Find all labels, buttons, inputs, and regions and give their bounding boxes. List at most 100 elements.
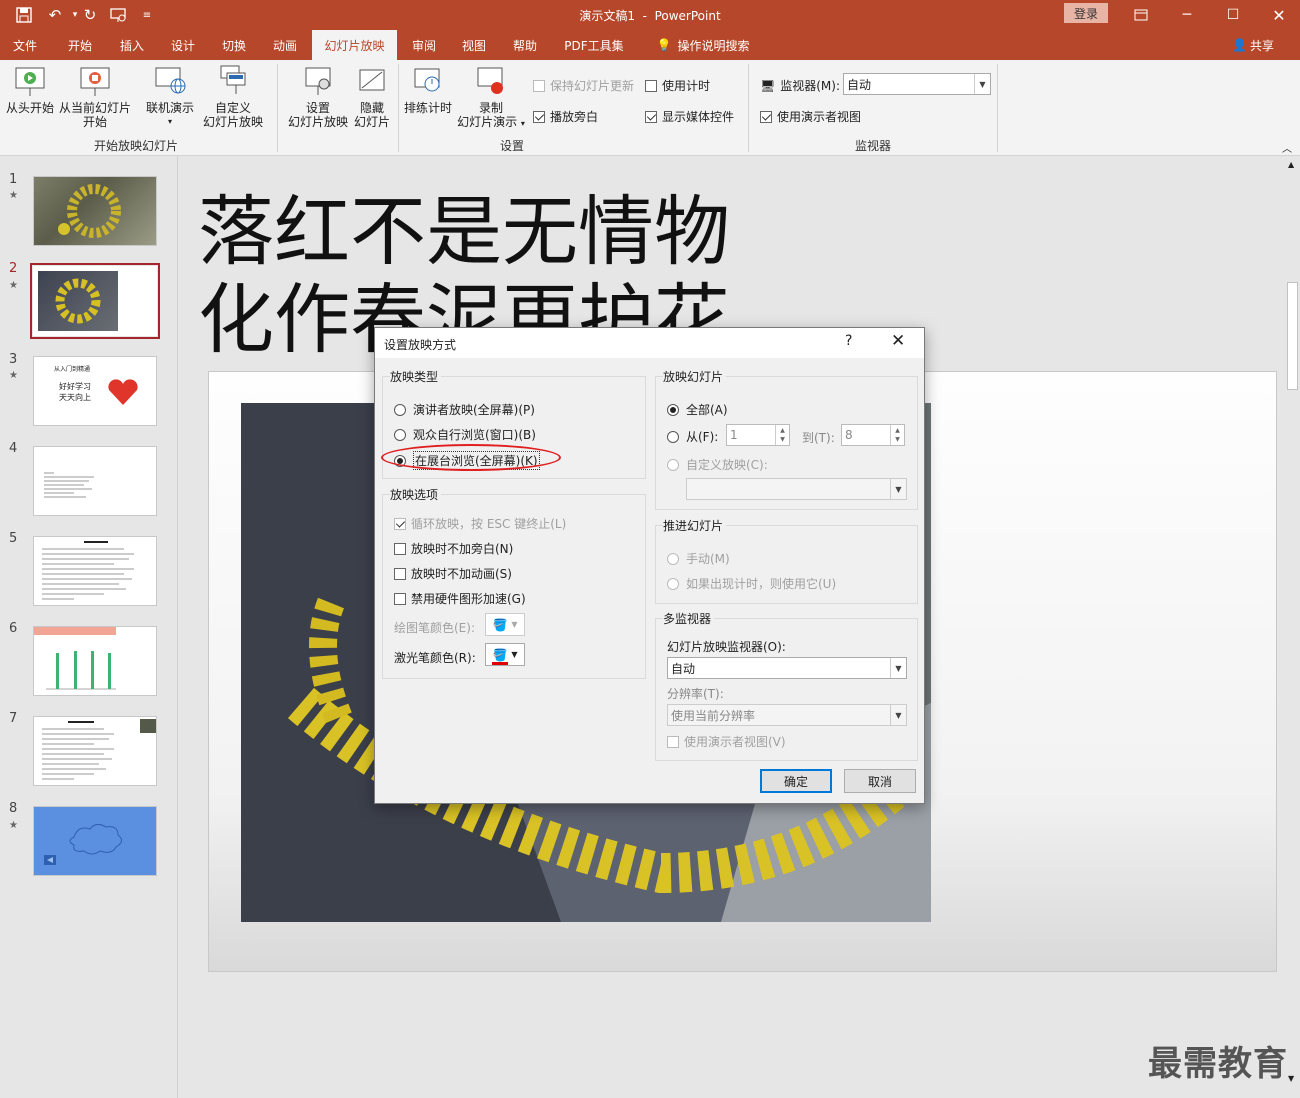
tab-review[interactable]: 审阅 [402,30,446,60]
person-icon: 👤 [1232,38,1247,52]
slide-thumbnail-4[interactable] [33,446,157,516]
maximize-icon[interactable]: ☐ [1210,0,1256,30]
dialog-presenter-view-checkbox[interactable]: 使用演示者视图(V) [667,733,786,750]
custom-label-1: 自定义 [214,101,251,115]
share-button[interactable]: 👤 共享 [1232,30,1274,60]
pen-color-button[interactable]: 🪣 ▼ [485,613,525,636]
custom-show-select[interactable]: ▼ [686,478,907,500]
cancel-button[interactable]: 取消 [844,769,916,793]
from-slide-spinner[interactable]: 1 ▲ ▼ [726,424,790,446]
tab-file[interactable]: 文件 [4,30,46,60]
monitor-icon: 🖥 [760,78,776,93]
ok-button[interactable]: 确定 [760,769,832,793]
monitor-value: 自动 [847,77,872,92]
collapse-ribbon-icon[interactable]: ︿ [1282,140,1292,155]
to-value: 8 [845,428,853,442]
radio-label: 演讲者放映(全屏幕)(P) [413,403,535,417]
slide-thumbnail-2[interactable] [33,266,157,336]
disable-hw-accel-checkbox[interactable]: 禁用硬件图形加速(G) [394,590,526,607]
play-narrations-checkbox[interactable]: 播放旁白 [533,108,598,125]
ribbon-separator [398,64,399,152]
record-slideshow-button[interactable]: 录制 幻灯片演示 ▾ [455,64,527,131]
radio-dot [667,552,679,565]
tab-animations[interactable]: 动画 [263,30,307,60]
from-slide-radio[interactable]: 从(F): [667,428,718,445]
close-icon[interactable]: ✕ [891,331,905,351]
individual-window-radio[interactable]: 观众自行浏览(窗口)(B) [394,426,536,443]
slide-thumbnail-3[interactable]: 从入门到精通 好好学习 天天向上 [33,356,157,426]
slideshow-monitor-select[interactable]: 自动 ▼ [667,657,907,679]
scroll-thumb[interactable] [1287,282,1298,390]
from-current-button[interactable]: 从当前幻灯片 开始 [58,64,132,129]
to-label: 到(T): [802,431,835,445]
tab-slide-show[interactable]: 幻灯片放映 [312,30,397,60]
keep-updated-label: 保持幻灯片更新 [550,79,635,93]
all-slides-radio[interactable]: 全部(A) [667,401,728,418]
minimize-icon[interactable]: ─ [1164,0,1210,30]
presenter-fullscreen-radio[interactable]: 演讲者放映(全屏幕)(P) [394,401,535,418]
use-timings-checkbox[interactable]: 使用计时 [645,77,710,94]
slide-thumbnail-1[interactable] [33,176,157,246]
slide-thumbnail-5[interactable] [33,536,157,606]
spinner-arrows-icon[interactable]: ▲ ▼ [890,425,904,445]
dialog-titlebar[interactable]: 设置放映方式 ? ✕ [375,328,924,358]
scroll-up-icon[interactable]: ▲ [1288,160,1294,169]
vertical-scrollbar[interactable]: ▲ ▼ [1285,156,1300,1098]
slide-thumbnail-7[interactable] [33,716,157,786]
custom-show-radio[interactable]: 自定义放映(C): [667,456,768,473]
slide-thumbnail-8[interactable] [33,806,157,876]
set-up-label-1: 设置 [305,101,330,115]
ribbon-display-options-icon[interactable] [1118,0,1164,30]
tell-me-search[interactable]: 💡 操作说明搜索 [648,30,758,60]
tab-view[interactable]: 视图 [452,30,496,60]
to-slide-spinner[interactable]: 8 ▲ ▼ [841,424,905,446]
help-icon[interactable]: ? [845,333,852,349]
no-narration-checkbox[interactable]: 放映时不加旁白(N) [394,540,513,557]
spinner-arrows-icon[interactable]: ▲ ▼ [775,425,789,445]
hide-slide-button[interactable]: 隐藏 幻灯片 [352,64,392,129]
thumb-number: 6 [9,621,18,636]
close-window-icon[interactable]: ✕ [1256,0,1300,30]
thumb-text: 从入门到精通 [54,366,91,373]
dialog-title: 设置放映方式 [384,338,457,352]
present-online-button[interactable]: 联机演示 ▾ [142,64,198,129]
radio-label: 从(F): [686,430,719,444]
custom-slideshow-button[interactable]: 自定义 幻灯片放映 [196,64,270,129]
set-up-slideshow-button[interactable]: 设置 幻灯片放映 [286,64,350,129]
login-button[interactable]: 登录 [1064,3,1108,23]
checkbox-box [394,592,406,605]
tab-design[interactable]: 设计 [161,30,205,60]
from-current-label-2: 开始 [82,115,107,129]
no-narration-label: 放映时不加旁白(N) [411,542,514,556]
presenter-view-label: 使用演示者视图(V) [684,735,786,749]
tab-help[interactable]: 帮助 [503,30,547,60]
loop-checkbox[interactable]: 循环放映，按 ESC 键终止(L) [394,515,566,532]
checkbox-box [533,79,545,92]
chevron-down-icon: ▼ [974,74,990,94]
laser-color-button[interactable]: 🪣 ▼ [485,643,525,666]
use-timings-radio[interactable]: 如果出现计时，则使用它(U) [667,575,836,592]
show-media-controls-checkbox[interactable]: 显示媒体控件 [645,108,734,125]
slide-thumbnail-6[interactable] [33,626,157,696]
ribbon-presenter-view-checkbox[interactable]: 使用演示者视图 [760,108,861,125]
ribbon-tabs: 文件 开始 插入 设计 切换 动画 幻灯片放映 审阅 视图 帮助 PDF工具集 … [0,30,1300,60]
tab-pdf-tools[interactable]: PDF工具集 [558,30,630,60]
ribbon-separator [997,64,998,152]
rehearse-timings-button[interactable]: 排练计时 [401,64,455,115]
tab-transitions[interactable]: 切换 [212,30,256,60]
resolution-label: 分辨率(T): [667,687,724,701]
scroll-down-icon[interactable]: ▼ [1288,1074,1294,1083]
manual-advance-radio[interactable]: 手动(M) [667,550,730,567]
monitor-select[interactable]: 自动 ▼ [843,73,991,95]
from-beginning-button[interactable]: 从头开始 [5,64,55,115]
tab-insert[interactable]: 插入 [110,30,154,60]
title-bar: ↶ ▾ ↻ ≡ 演示文稿1 - PowerPoint 登录 ─ ☐ ✕ [0,0,1300,30]
radio-label: 手动(M) [686,552,730,566]
set-up-slideshow-icon [302,64,334,98]
resolution-select[interactable]: 使用当前分辨率 ▼ [667,704,907,726]
record-label-1: 录制 [478,101,503,115]
setup-show-dialog[interactable]: 设置放映方式 ? ✕ 放映类型 演讲者放映(全屏幕)(P) 观众自行浏览(窗口)… [374,327,925,804]
no-animation-checkbox[interactable]: 放映时不加动画(S) [394,565,512,582]
tab-home[interactable]: 开始 [58,30,102,60]
keep-updated-checkbox[interactable]: 保持幻灯片更新 [533,77,634,94]
